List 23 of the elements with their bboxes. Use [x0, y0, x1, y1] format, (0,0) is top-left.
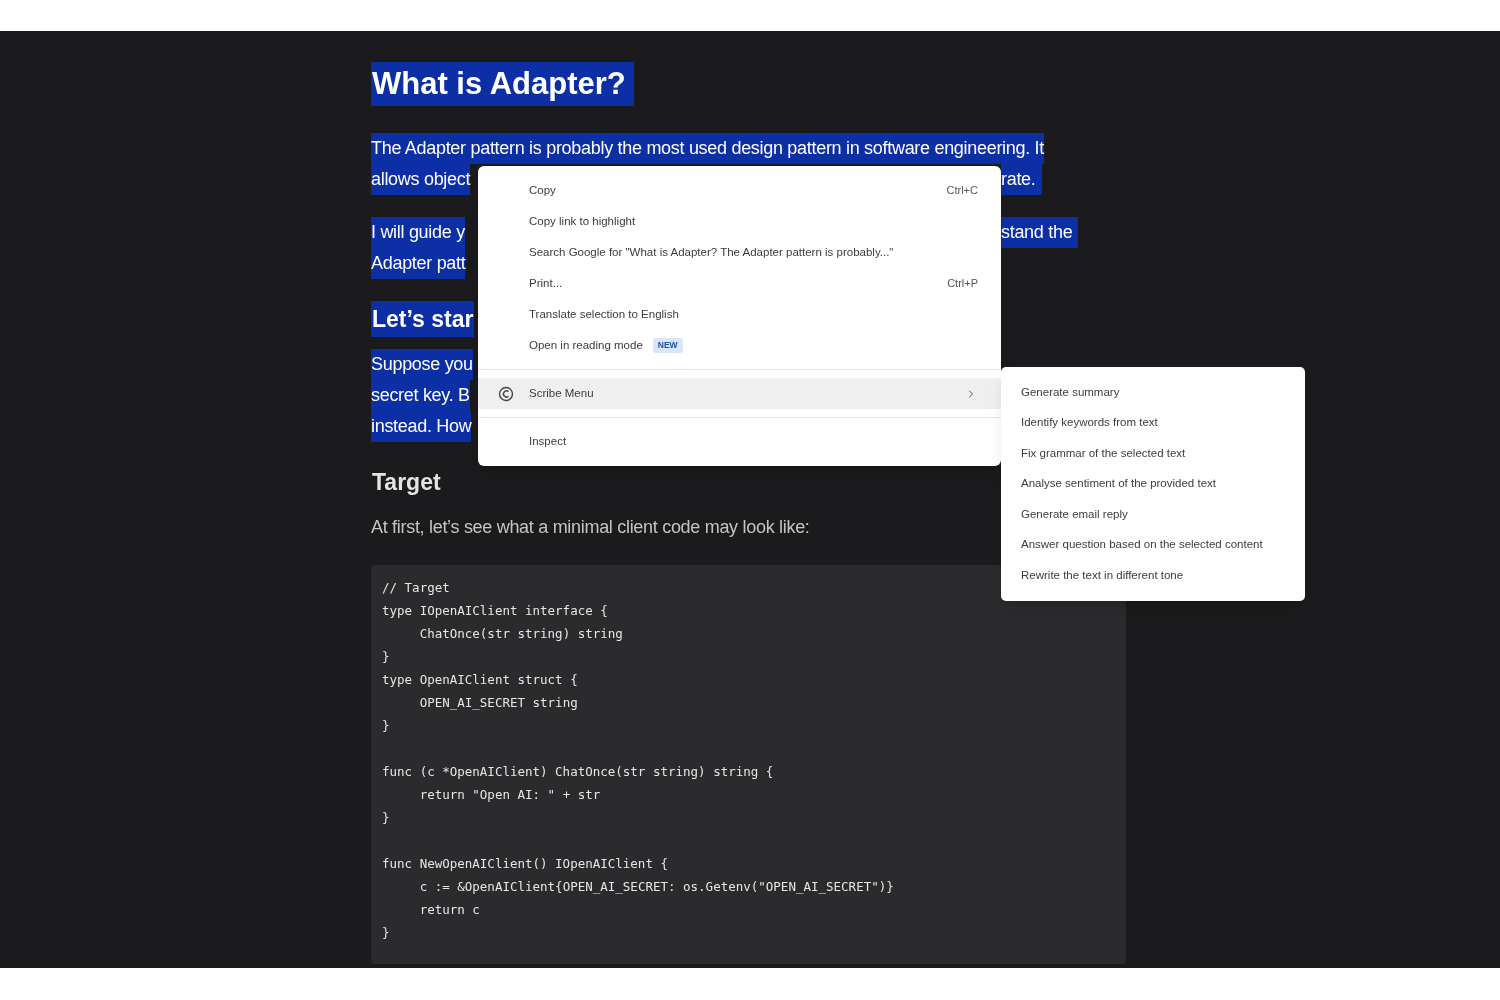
- menu-item[interactable]: Answer question based on the selected content: [1001, 529, 1305, 560]
- menu-item[interactable]: Fix grammar of the selected text: [1001, 438, 1305, 469]
- menu-item[interactable]: Translate selection to English: [478, 299, 1001, 330]
- menu-item[interactable]: Copy Ctrl+C: [478, 175, 1001, 206]
- shortcut-text: Ctrl+P: [947, 276, 978, 292]
- shortcut-text: Ctrl+C: [946, 183, 978, 199]
- menu-item[interactable]: Search Google for "What is Adapter? The Adapter pattern is probably...": [478, 237, 1001, 268]
- section-heading: Target: [371, 468, 442, 497]
- menu-item[interactable]: Copy link to highlight: [478, 206, 1001, 237]
- menu-item[interactable]: Scribe Menu: [478, 378, 1001, 409]
- circle-logo-icon: [498, 385, 514, 402]
- menu-item[interactable]: Inspect: [478, 426, 1001, 457]
- menu-item[interactable]: Rewrite the text in different tone: [1001, 560, 1305, 591]
- menu-item[interactable]: Generate summary: [1001, 377, 1305, 408]
- menu-item[interactable]: Open in reading mode NEW: [478, 330, 1001, 361]
- menu-item[interactable]: Print... Ctrl+P: [478, 268, 1001, 299]
- section-heading: Let’s star: [371, 301, 475, 337]
- menu-item[interactable]: Identify keywords from text: [1001, 407, 1305, 438]
- new-badge: NEW: [652, 338, 683, 353]
- paragraph-line: At first, let’s see what a minimal client code may look like:: [371, 516, 810, 539]
- menu-item[interactable]: Analyse sentiment of the provided text: [1001, 468, 1305, 499]
- article-heading: What is Adapter?: [371, 62, 634, 106]
- menu-item[interactable]: Generate email reply: [1001, 499, 1305, 530]
